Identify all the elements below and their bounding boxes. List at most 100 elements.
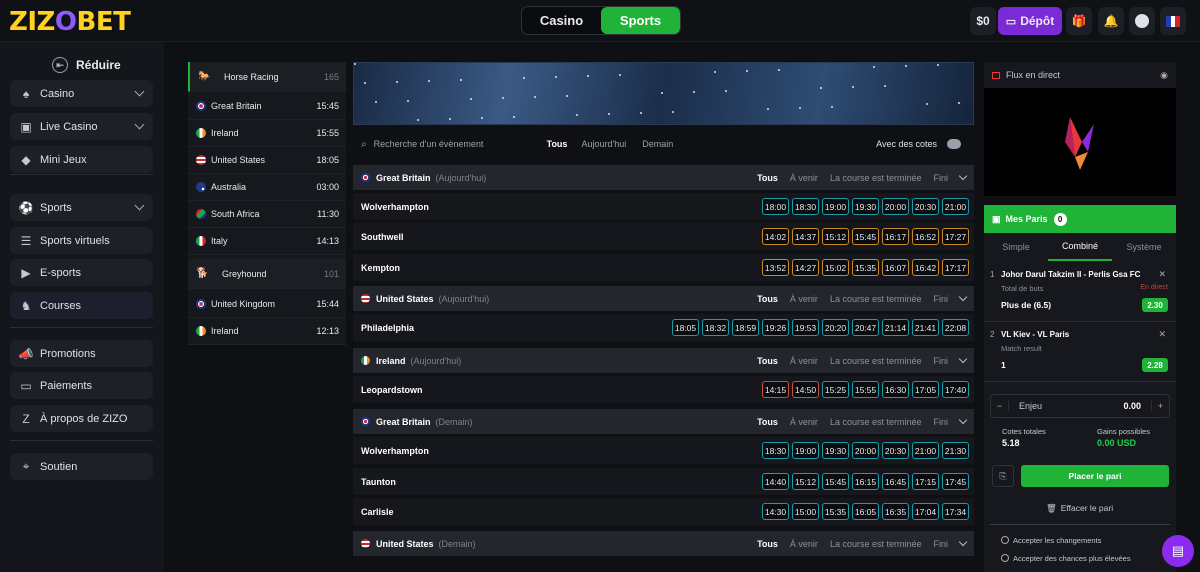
- race-time-button[interactable]: 14:15: [762, 381, 789, 398]
- race-time-button[interactable]: 15:02: [822, 259, 849, 276]
- section-header[interactable]: United States (Demain) Tous À venir La cours…: [353, 531, 974, 556]
- course-row[interactable]: Carlisle 14:30 15:00 15:35 16:05 16:35 17:04 17…: [353, 498, 974, 526]
- race-time-button[interactable]: 21:41: [912, 319, 939, 336]
- eye-icon[interactable]: ◉: [1160, 70, 1168, 81]
- race-time-button[interactable]: 18:32: [702, 319, 729, 336]
- race-time-button[interactable]: 15:45: [852, 228, 879, 245]
- chevron-down-icon[interactable]: [958, 415, 968, 425]
- chevron-down-icon[interactable]: [958, 292, 968, 302]
- race-time-button[interactable]: 20:00: [852, 442, 879, 459]
- section-tab[interactable]: Tous: [757, 294, 778, 304]
- race-time-button[interactable]: 18:59: [732, 319, 759, 336]
- race-category-greyhound[interactable]: 🐕 Greyhound 101: [188, 259, 346, 289]
- filter-tab-tomorrow[interactable]: Demain: [642, 139, 673, 149]
- race-time-button[interactable]: 17:40: [942, 381, 969, 398]
- bell-icon[interactable]: 🔔: [1098, 7, 1124, 35]
- sidebar-item-promotions[interactable]: 📣 Promotions: [10, 340, 153, 367]
- sidebar-item-sports[interactable]: ⚽ Sports: [10, 194, 153, 221]
- course-row[interactable]: Kempton 13:52 14:27 15:02 15:35 16:07 16:42 17:…: [353, 254, 974, 282]
- tab-combo[interactable]: Combiné: [1048, 233, 1112, 261]
- race-time-button[interactable]: 18:30: [762, 442, 789, 459]
- race-time-button[interactable]: 17:34: [942, 503, 969, 520]
- race-time-button[interactable]: 19:53: [792, 319, 819, 336]
- remove-bet-icon[interactable]: ✕: [1158, 269, 1166, 280]
- race-time-button[interactable]: 16:15: [852, 473, 879, 490]
- course-row[interactable]: Wolverhampton 18:30 19:00 19:30 20:00 20:30 21…: [353, 437, 974, 465]
- bet-odds[interactable]: 2.28: [1142, 358, 1168, 372]
- race-time-button[interactable]: 15:55: [852, 381, 879, 398]
- race-time-button[interactable]: 15:35: [822, 503, 849, 520]
- race-time-button[interactable]: 14:50: [792, 381, 819, 398]
- stake-decrease-button[interactable]: −: [991, 401, 1009, 411]
- race-item[interactable]: Australia 03:00: [188, 174, 346, 201]
- race-time-button[interactable]: 20:20: [822, 319, 849, 336]
- section-tab[interactable]: La course est terminée: [830, 417, 922, 427]
- sidebar-item-e-sports[interactable]: ▶ E-sports: [10, 259, 153, 286]
- race-time-button[interactable]: 19:30: [852, 198, 879, 215]
- sidebar-item-mini-jeux[interactable]: ◆ Mini Jeux: [10, 146, 153, 173]
- race-time-button[interactable]: 14:27: [792, 259, 819, 276]
- clear-bet-button[interactable]: 🗑 Effacer le pari: [1046, 503, 1113, 514]
- place-bet-button[interactable]: Placer le pari: [1021, 465, 1169, 487]
- section-tab[interactable]: La course est terminée: [830, 539, 922, 549]
- race-time-button[interactable]: 18:30: [792, 198, 819, 215]
- section-tab[interactable]: La course est terminée: [830, 294, 922, 304]
- remove-bet-icon[interactable]: ✕: [1158, 329, 1166, 340]
- race-time-button[interactable]: 21:30: [942, 442, 969, 459]
- race-item[interactable]: Italy 14:13: [188, 228, 346, 255]
- race-time-button[interactable]: 21:14: [882, 319, 909, 336]
- with-odds-toggle[interactable]: [947, 139, 961, 149]
- race-time-button[interactable]: 17:15: [912, 473, 939, 490]
- course-row[interactable]: Leopardstown 14:15 14:50 15:25 15:55 16:30 17:…: [353, 376, 974, 404]
- race-time-button[interactable]: 17:45: [942, 473, 969, 490]
- share-icon[interactable]: ⎘: [992, 465, 1014, 487]
- stake-input[interactable]: 0.00: [1123, 401, 1141, 411]
- section-tab[interactable]: À venir: [790, 417, 818, 427]
- race-time-button[interactable]: 16:05: [852, 503, 879, 520]
- race-time-button[interactable]: 15:25: [822, 381, 849, 398]
- logo[interactable]: ZIZOBET: [9, 7, 131, 37]
- race-time-button[interactable]: 14:40: [762, 473, 789, 490]
- sports-mode-button[interactable]: Sports: [601, 7, 680, 34]
- race-time-button[interactable]: 20:00: [882, 198, 909, 215]
- section-header[interactable]: United States (Aujourd'hui) Tous À venir La …: [353, 286, 974, 311]
- race-time-button[interactable]: 19:30: [822, 442, 849, 459]
- race-time-button[interactable]: 21:00: [942, 198, 969, 215]
- section-tab[interactable]: À venir: [790, 173, 818, 183]
- sidebar-item-courses[interactable]: ♞ Courses: [10, 292, 153, 319]
- race-time-button[interactable]: 17:17: [942, 259, 969, 276]
- video-player[interactable]: [984, 88, 1176, 196]
- section-header[interactable]: Great Britain (Aujourd'hui) Tous À venir La …: [353, 165, 974, 190]
- bet-odds[interactable]: 2.30: [1142, 298, 1168, 312]
- race-time-button[interactable]: 14:37: [792, 228, 819, 245]
- race-time-button[interactable]: 20:30: [882, 442, 909, 459]
- course-row[interactable]: Southwell 14:02 14:37 15:12 15:45 16:17 16:52 1…: [353, 223, 974, 251]
- section-tab[interactable]: Tous: [757, 417, 778, 427]
- accept-changes-radio[interactable]: [1001, 536, 1009, 544]
- chat-icon[interactable]: ▤: [1162, 535, 1194, 567]
- filter-tab-all[interactable]: Tous: [547, 139, 568, 149]
- race-time-button[interactable]: 17:27: [942, 228, 969, 245]
- race-item[interactable]: South Africa 11:30: [188, 201, 346, 228]
- race-time-button[interactable]: 15:12: [822, 228, 849, 245]
- race-time-button[interactable]: 22:08: [942, 319, 969, 336]
- race-time-button[interactable]: 13:52: [762, 259, 789, 276]
- race-time-button[interactable]: 16:42: [912, 259, 939, 276]
- section-tab[interactable]: Fini: [933, 356, 948, 366]
- race-time-button[interactable]: 17:05: [912, 381, 939, 398]
- section-tab[interactable]: Fini: [933, 173, 948, 183]
- race-time-button[interactable]: 15:00: [792, 503, 819, 520]
- course-row[interactable]: Philadelphia 18:05 18:32 18:59 19:26 19:53 20:…: [353, 314, 974, 342]
- sidebar-item-casino[interactable]: ♠ Casino: [10, 80, 153, 107]
- race-time-button[interactable]: 15:35: [852, 259, 879, 276]
- race-item[interactable]: Great Britain 15:45: [188, 93, 346, 120]
- race-item[interactable]: United Kingdom 15:44: [188, 291, 346, 318]
- race-time-button[interactable]: 16:17: [882, 228, 909, 245]
- section-header[interactable]: Great Britain (Demain) Tous À venir La cours…: [353, 409, 974, 434]
- race-time-button[interactable]: 18:05: [672, 319, 699, 336]
- race-category-horse[interactable]: 🐎 Horse Racing 165: [188, 62, 346, 92]
- filter-tab-today[interactable]: Aujourd'hui: [581, 139, 626, 149]
- casino-mode-button[interactable]: Casino: [522, 7, 601, 34]
- section-tab[interactable]: La course est terminée: [830, 173, 922, 183]
- race-time-button[interactable]: 16:30: [882, 381, 909, 398]
